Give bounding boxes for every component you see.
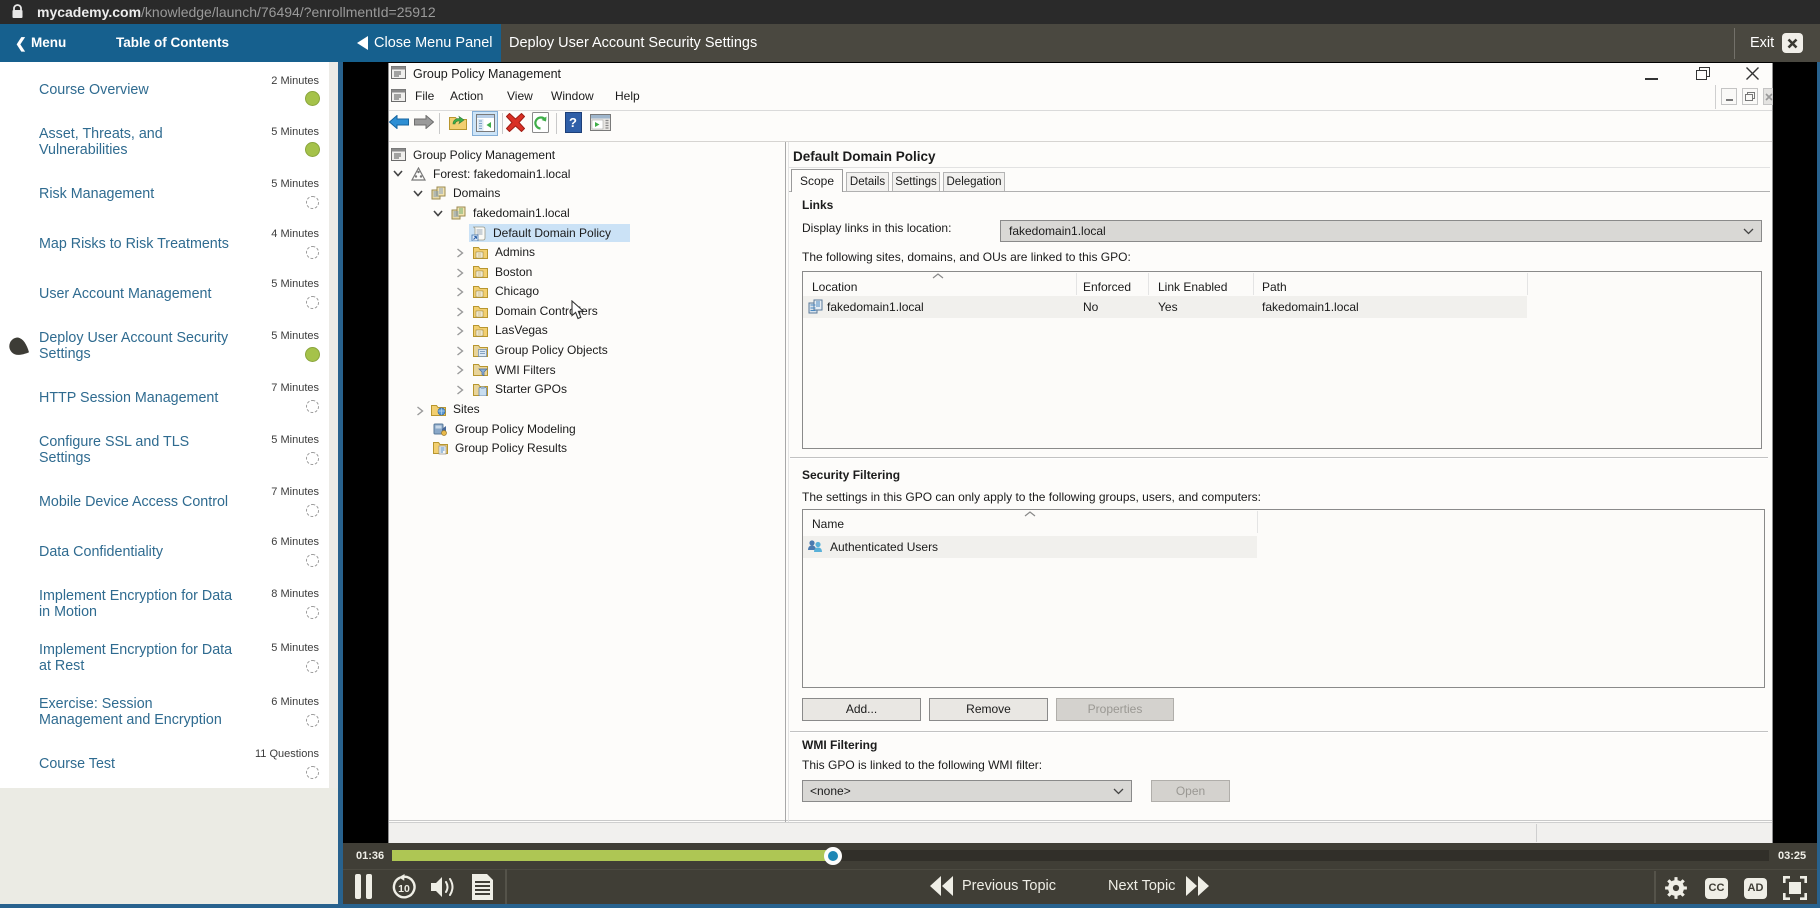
svg-text:10: 10	[398, 883, 410, 895]
